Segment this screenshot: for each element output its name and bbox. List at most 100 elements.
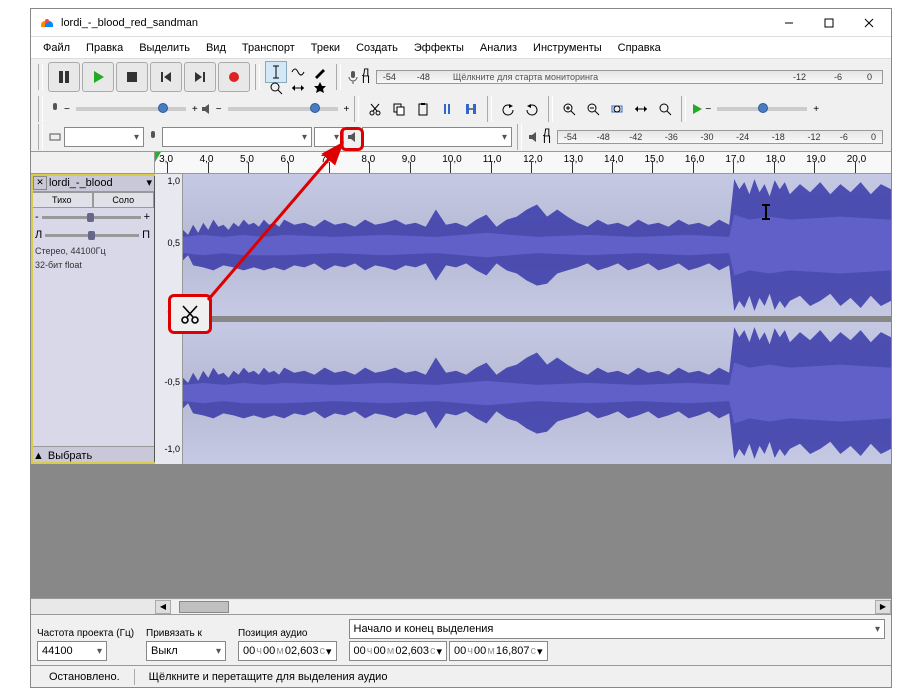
waveform-area[interactable]: 1,0 0,5 0,0 -0,5 -1,0 [155, 174, 891, 464]
silence-button[interactable] [460, 98, 482, 120]
ibeam-cursor-icon [765, 204, 767, 220]
amplitude-scale: 1,0 0,5 0,0 -0,5 -1,0 [155, 174, 183, 464]
horizontal-scrollbar[interactable]: ◀ ▶ [31, 598, 891, 614]
snap-dropdown[interactable]: Выкл [146, 641, 226, 661]
trim-button[interactable] [436, 98, 458, 120]
menu-generate[interactable]: Создать [348, 40, 406, 56]
waveform-channel-left[interactable] [183, 174, 891, 316]
track-pan-slider[interactable] [45, 234, 139, 237]
track-format-1: Стерео, 44100Гц [31, 244, 154, 258]
scroll-left-button[interactable]: ◀ [155, 600, 171, 614]
skip-start-button[interactable] [150, 62, 182, 92]
collapse-arrow-icon: ▲ [33, 450, 44, 462]
recording-device-dropdown[interactable] [162, 127, 312, 147]
zoom-toggle-button[interactable] [654, 98, 676, 120]
menu-effects[interactable]: Эффекты [406, 40, 472, 56]
app-window: lordi_-_blood_red_sandman Файл Правка Вы… [30, 8, 892, 688]
track-menu-arrow-icon[interactable]: ▾ [146, 176, 152, 189]
statusbar: Остановлено. Щёлкните и перетащите для в… [31, 665, 891, 687]
track-collapse[interactable]: ▲ Выбрать [31, 446, 154, 464]
audio-host-dropdown[interactable] [64, 127, 144, 147]
playback-device-dropdown[interactable] [362, 127, 512, 147]
solo-button[interactable]: Соло [93, 192, 155, 208]
play-at-speed-icon[interactable] [691, 103, 703, 115]
toolbar-row-3: ЛП -54 -48 -42 -36 -30 -24 -18 -12 -6 0 [31, 123, 891, 151]
menubar: Файл Правка Выделить Вид Транспорт Треки… [31, 37, 891, 59]
project-rate-label: Частота проекта (Гц) [37, 628, 134, 639]
recording-volume-slider[interactable] [76, 107, 186, 111]
skip-end-button[interactable] [184, 62, 216, 92]
mic-icon [346, 70, 360, 84]
project-rate-dropdown[interactable]: 44100 [37, 641, 107, 661]
paste-button[interactable] [412, 98, 434, 120]
audio-host-icon [48, 130, 62, 144]
scroll-thumb[interactable] [179, 601, 229, 613]
scroll-right-button[interactable]: ▶ [875, 600, 891, 614]
track-close-button[interactable]: ✕ [33, 176, 47, 190]
playback-meter[interactable]: -54 -48 -42 -36 -30 -24 -18 -12 -6 0 [557, 130, 883, 144]
track-control-panel: ✕ lordi_-_blood ▾ Тихо Соло - + Л П Стер… [31, 174, 155, 464]
status-state: Остановлено. [39, 671, 130, 683]
waveform-channel-right[interactable] [183, 322, 891, 464]
maximize-button[interactable] [809, 10, 849, 36]
app-icon [39, 15, 55, 31]
mic-gain-icon [48, 102, 62, 116]
menu-file[interactable]: Файл [35, 40, 78, 56]
toolbar-row-1: ЛП -54 -48 Щёлкните для старта мониторин… [31, 59, 891, 95]
timeline[interactable]: 3,04,05,06,07,08,09,010,011,012,013,014,… [31, 152, 891, 174]
speaker-meter-icon [527, 130, 541, 144]
play-button[interactable] [82, 62, 114, 92]
fit-selection-button[interactable] [606, 98, 628, 120]
stop-button[interactable] [116, 62, 148, 92]
selection-start-field[interactable]: 00ч00м02,603с▾ [349, 641, 448, 661]
speaker-gain-icon [200, 102, 214, 116]
copy-button[interactable] [388, 98, 410, 120]
menu-tracks[interactable]: Треки [303, 40, 348, 56]
fit-project-button[interactable] [630, 98, 652, 120]
track-name: lordi_-_blood [49, 177, 146, 189]
selection-end-field[interactable]: 00ч00м16,807с▾ [449, 641, 548, 661]
record-button[interactable] [218, 62, 250, 92]
playback-volume-slider[interactable] [228, 107, 338, 111]
rec-device-icon [146, 130, 160, 144]
menu-edit[interactable]: Правка [78, 40, 131, 56]
toolbars: ЛП -54 -48 Щёлкните для старта мониторин… [31, 59, 891, 152]
undo-button[interactable] [497, 98, 519, 120]
selection-toolbar: Частота проекта (Гц) 44100 Привязать к В… [31, 614, 891, 665]
audio-position-field[interactable]: 00ч00м02,603с▾ [238, 641, 337, 661]
tracks-area: ✕ lordi_-_blood ▾ Тихо Соло - + Л П Стер… [31, 174, 891, 598]
menu-help[interactable]: Справка [610, 40, 669, 56]
zoom-in-button[interactable] [558, 98, 580, 120]
mute-button[interactable]: Тихо [31, 192, 93, 208]
zoom-tool[interactable] [265, 77, 287, 99]
zoom-out-button[interactable] [582, 98, 604, 120]
status-hint: Щёлкните и перетащите для выделения ауди… [139, 671, 398, 683]
window-title: lordi_-_blood_red_sandman [61, 17, 769, 29]
menu-view[interactable]: Вид [198, 40, 234, 56]
redo-button[interactable] [521, 98, 543, 120]
timeline-ruler[interactable]: 3,04,05,06,07,08,09,010,011,012,013,014,… [155, 152, 891, 173]
minimize-button[interactable] [769, 10, 809, 36]
audio-position-label: Позиция аудио [238, 628, 337, 639]
menu-analyze[interactable]: Анализ [472, 40, 525, 56]
track-format-2: 32-бит float [31, 258, 154, 272]
timeshift-tool[interactable] [287, 77, 309, 99]
tools-grid [265, 61, 331, 93]
multi-tool[interactable] [309, 77, 331, 99]
track-gain-slider[interactable] [42, 216, 141, 219]
menu-transport[interactable]: Транспорт [234, 40, 303, 56]
snap-label: Привязать к [146, 628, 226, 639]
recording-meter[interactable]: -54 -48 Щёлкните для старта мониторинга … [376, 70, 883, 84]
toolbar-row-2: − + − + − [31, 95, 891, 123]
menu-tools[interactable]: Инструменты [525, 40, 610, 56]
menu-select[interactable]: Выделить [131, 40, 198, 56]
cut-button[interactable] [364, 98, 386, 120]
titlebar: lordi_-_blood_red_sandman [31, 9, 891, 37]
playback-speed-slider[interactable] [717, 107, 807, 111]
selection-mode-dropdown[interactable]: Начало и конец выделения [349, 619, 885, 639]
pause-button[interactable] [48, 62, 80, 92]
recording-channels-dropdown[interactable] [314, 127, 344, 147]
close-button[interactable] [849, 10, 889, 36]
play-device-icon [346, 130, 360, 144]
track-header[interactable]: ✕ lordi_-_blood ▾ [31, 174, 154, 192]
